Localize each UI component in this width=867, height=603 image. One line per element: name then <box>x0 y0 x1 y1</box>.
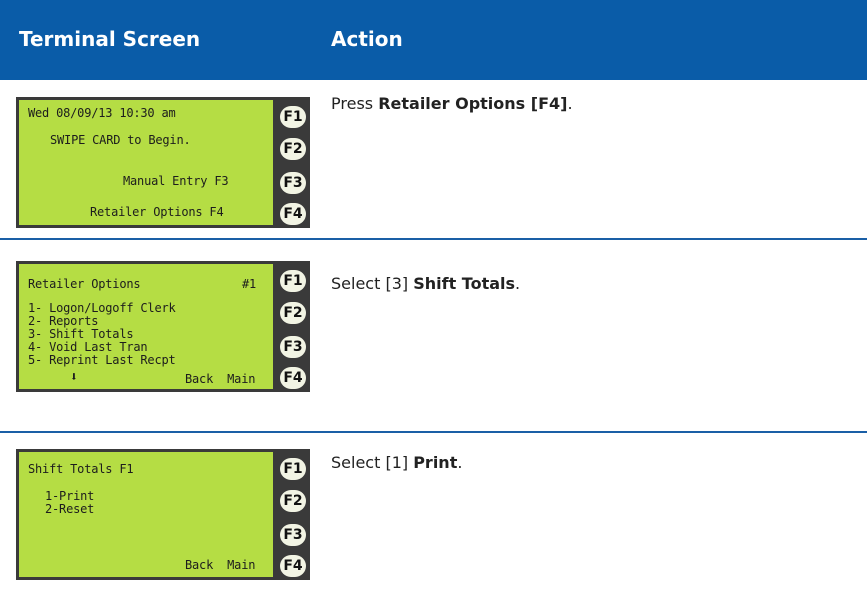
row-divider <box>0 431 867 433</box>
nav-labels: Back Main <box>185 558 256 572</box>
down-arrow-icon: ⬇ <box>70 370 78 385</box>
table-header: Terminal Screen Action <box>0 0 867 80</box>
action-text-3: Select [1] Print. <box>331 453 463 472</box>
f2-key[interactable]: F2 <box>280 302 306 324</box>
terminal-screen-3: Shift Totals F1 1-Print 2-Reset Back Mai… <box>16 449 310 580</box>
f1-key[interactable]: F1 <box>280 458 306 480</box>
menu-item: 4- Void Last Tran <box>28 340 148 354</box>
screen-page-number: #1 <box>242 277 257 291</box>
menu-item: 5- Reprint Last Recpt <box>28 353 176 367</box>
f4-key[interactable]: F4 <box>280 367 306 389</box>
terminal-screen-2: Retailer Options #1 1- Logon/Logoff Cler… <box>16 261 310 392</box>
f3-key[interactable]: F3 <box>280 524 306 546</box>
action-text-1: Press Retailer Options [F4]. <box>331 94 573 113</box>
screen-line: Wed 08/09/13 10:30 am <box>28 106 176 120</box>
menu-item: 1-Print <box>45 489 95 503</box>
nav-labels: Back Main <box>185 372 256 386</box>
screen-title: Shift Totals F1 <box>28 462 134 476</box>
f1-key[interactable]: F1 <box>280 270 306 292</box>
f4-key[interactable]: F4 <box>280 203 306 225</box>
lcd-screen: Wed 08/09/13 10:30 am SWIPE CARD to Begi… <box>19 100 273 225</box>
f4-key[interactable]: F4 <box>280 555 306 577</box>
f3-key[interactable]: F3 <box>280 336 306 358</box>
terminal-screen-1: Wed 08/09/13 10:30 am SWIPE CARD to Begi… <box>16 97 310 228</box>
screen-line: Retailer Options F4 <box>90 205 224 219</box>
row-divider <box>0 238 867 240</box>
lcd-screen: Retailer Options #1 1- Logon/Logoff Cler… <box>19 264 273 389</box>
screen-line: Manual Entry F3 <box>123 174 229 188</box>
menu-item: 3- Shift Totals <box>28 327 134 341</box>
menu-item: 2-Reset <box>45 502 95 516</box>
screen-title: Retailer Options <box>28 277 141 291</box>
screen-line: SWIPE CARD to Begin. <box>50 133 191 147</box>
column-header-terminal-screen: Terminal Screen <box>19 27 201 51</box>
f3-key[interactable]: F3 <box>280 172 306 194</box>
lcd-screen: Shift Totals F1 1-Print 2-Reset Back Mai… <box>19 452 273 577</box>
f2-key[interactable]: F2 <box>280 138 306 160</box>
action-text-2: Select [3] Shift Totals. <box>331 274 521 293</box>
f2-key[interactable]: F2 <box>280 490 306 512</box>
menu-item: 1- Logon/Logoff Clerk <box>28 301 176 315</box>
menu-item: 2- Reports <box>28 314 99 328</box>
f1-key[interactable]: F1 <box>280 106 306 128</box>
column-header-action: Action <box>331 27 403 51</box>
